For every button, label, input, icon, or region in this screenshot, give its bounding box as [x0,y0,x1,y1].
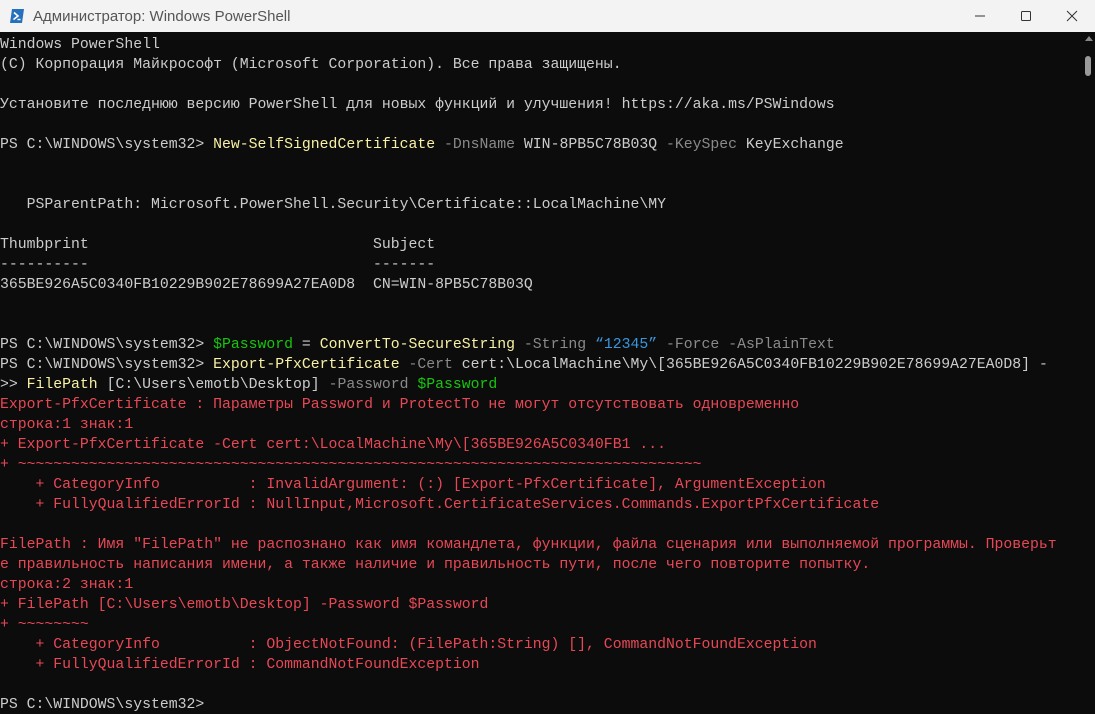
console-line: + CategoryInfo : ObjectNotFound: (FilePa… [0,635,1082,655]
console-text: + Export-PfxCertificate -Cert cert:\Loca… [0,437,666,453]
console-line: + CategoryInfo : InvalidArgument: (:) [E… [0,475,1082,495]
console-text: -String [515,337,587,353]
close-button[interactable] [1049,0,1095,32]
console-text: + ~~~~~~~~ [0,617,89,633]
console-text: -AsPlainText [719,337,835,353]
console-line: строка:2 знак:1 [0,575,1082,595]
console-line: е правильность написания имени, а также … [0,555,1082,575]
vertical-scrollbar[interactable] [1082,32,1095,714]
minimize-button[interactable] [957,0,1003,32]
console-output[interactable]: Windows PowerShell (C) Корпорация Майкрос… [0,35,1082,714]
scroll-thumb[interactable] [1085,56,1091,76]
console-line: Export-PfxCertificate : Параметры Passwo… [0,395,1082,415]
console-text: ConvertTo-SecureString [319,337,516,353]
console-text: -DnsName [435,137,516,153]
console-text: New-SelfSignedCertificate [213,137,436,153]
console-line: 365BE926A5C0340FB10229B902E78699A27EA0D8… [0,275,1082,295]
console-text: KeyExchange [737,137,844,153]
console-line: Thumbprint Subject [0,235,1082,255]
console-text: WIN-8PB5C78B03Q [515,137,658,153]
console-text: -Force [657,337,720,353]
maximize-button[interactable] [1003,0,1049,32]
console-text: строка:1 знак:1 [0,417,134,433]
console-line: PS C:\WINDOWS\system32> [0,695,1082,714]
console-line: PS C:\WINDOWS\system32> $Password = Conv… [0,335,1082,355]
console-text: -Password [319,377,409,393]
console-line: Установите последнюю версию PowerShell д… [0,95,1082,115]
console-text: е правильность написания имени, а также … [0,557,871,573]
scroll-up-arrow-icon[interactable] [1085,36,1093,41]
console-text: FilePath [26,377,98,393]
console-text: -KeySpec [657,137,738,153]
console-text: Export-PfxCertificate [213,357,400,373]
console-line: + FullyQualifiedErrorId : CommandNotFoun… [0,655,1082,675]
console-text: PS C:\WINDOWS\system32> [0,697,205,713]
console-line: PSParentPath: Microsoft.PowerShell.Secur… [0,195,1082,215]
console-text: + FilePath [C:\Users\emotb\Desktop] -Pas… [0,597,489,613]
console-line: + FullyQualifiedErrorId : NullInput,Micr… [0,495,1082,515]
console-line: Windows PowerShell [0,35,1082,55]
console-text: (C) Корпорация Майкрософт (Microsoft Cor… [0,57,622,73]
close-icon [1066,10,1078,22]
title-bar[interactable]: Администратор: Windows PowerShell [0,0,1095,32]
console-line: FilePath : Имя "FilePath" не распознано … [0,535,1082,555]
console-text: Export-PfxCertificate : Параметры Passwo… [0,397,800,413]
console-line: + FilePath [C:\Users\emotb\Desktop] -Pas… [0,595,1082,615]
console-text: PS C:\WINDOWS\system32> [0,337,214,353]
console-line: >> FilePath [C:\Users\emotb\Desktop] -Pa… [0,375,1082,395]
maximize-icon [1021,11,1031,21]
console-text: “12345” [586,337,658,353]
console-text: $Password [408,377,498,393]
console-text: Установите последнюю версию PowerShell д… [0,97,835,113]
console-text: Windows PowerShell [0,37,160,53]
console-text: + FullyQualifiedErrorId : CommandNotFoun… [0,657,480,673]
console-text: $Password [213,337,294,353]
console-text: + CategoryInfo : InvalidArgument: (:) [E… [0,477,826,493]
console-line: + ~~~~~~~~ [0,615,1082,635]
console-text: Thumbprint Subject [0,237,436,253]
console-line: строка:1 знак:1 [0,415,1082,435]
powershell-window: Администратор: Windows PowerShell Window… [0,0,1095,714]
console-text: = [293,337,320,353]
console-text: PSParentPath: Microsoft.PowerShell.Secur… [0,197,666,213]
console-text: + CategoryInfo : ObjectNotFound: (FilePa… [0,637,817,653]
console-line: PS C:\WINDOWS\system32> Export-PfxCertif… [0,355,1082,375]
console-text: [C:\Users\emotb\Desktop] [97,377,320,393]
window-title: Администратор: Windows PowerShell [33,7,291,25]
console-text: + ~~~~~~~~~~~~~~~~~~~~~~~~~~~~~~~~~~~~~~… [0,457,702,473]
console-line: ---------- ------- [0,255,1082,275]
console-line: (C) Корпорация Майкрософт (Microsoft Cor… [0,55,1082,75]
powershell-icon [10,9,24,23]
console-text: ---------- ------- [0,257,436,273]
console-text: cert:\LocalMachine\My\[365BE926A5C0340FB… [452,357,1048,373]
console-line: + ~~~~~~~~~~~~~~~~~~~~~~~~~~~~~~~~~~~~~~… [0,455,1082,475]
console-text: FilePath : Имя "FilePath" не распознано … [0,537,1057,553]
console-text: PS C:\WINDOWS\system32> [0,137,214,153]
console-line: PS C:\WINDOWS\system32> New-SelfSignedCe… [0,135,1082,155]
console-text: строка:2 знак:1 [0,577,134,593]
minimize-icon [975,15,985,17]
console-text: + FullyQualifiedErrorId : NullInput,Micr… [0,497,880,513]
console-text: -Cert [399,357,453,373]
console-line: + Export-PfxCertificate -Cert cert:\Loca… [0,435,1082,455]
console-text: 365BE926A5C0340FB10229B902E78699A27EA0D8… [0,277,533,293]
console-text: >> [0,377,27,393]
console-text: PS C:\WINDOWS\system32> [0,357,214,373]
